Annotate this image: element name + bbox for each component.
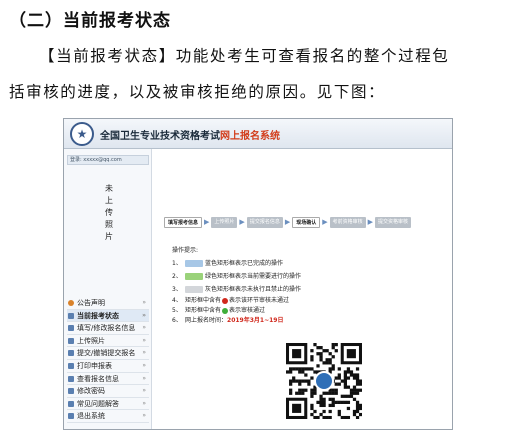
logout-icon: [68, 413, 74, 420]
menu-item-upload-photo[interactable]: 上传照片»: [67, 335, 149, 348]
tip-4: 4、 矩形框中含有 表示该环节审核未通过: [172, 297, 290, 304]
view-icon: [68, 375, 74, 382]
progress-steps: 填写报考信息 ▶ 上传照片 ▶ 提交报名信息 ▶ 现场确认 ▶ 考前资格审核 ▶…: [164, 216, 412, 228]
photo-icon: [68, 337, 74, 344]
menu-item-print[interactable]: 打印申报表»: [67, 360, 149, 373]
menu-item-password[interactable]: 修改密码»: [67, 385, 149, 398]
step-onsite-confirm: 现场确认: [292, 216, 321, 228]
menu-item-announcement[interactable]: 公告声明»: [67, 297, 149, 310]
menu-item-status[interactable]: 当前报考状态»: [67, 309, 149, 323]
tip-2: 2、 绿色矩形框表示当前需要进行的操作: [172, 273, 302, 280]
embedded-screenshot: ★ 全国卫生专业技术资格考试网上报名系统 登录: xxxxx@qq.com 未 …: [63, 118, 453, 430]
qr-code-icon: [286, 343, 362, 419]
emblem-icon: ★: [70, 122, 94, 146]
paragraph-line-2: 括审核的进度，以及被审核拒绝的原因。见下图：: [9, 83, 386, 101]
tip-6: 6、 网上报名时间：2019年3月1~19日: [172, 317, 284, 324]
menu-item-faq[interactable]: 常见问题解答»: [67, 398, 149, 411]
pass-dot-icon: [222, 307, 229, 314]
menu-item-edit-info[interactable]: 填写/修改报名信息»: [67, 322, 149, 335]
step-upload-photo: 上传照片: [211, 216, 238, 228]
step-fill-info: 填写报考信息: [164, 216, 203, 228]
status-icon: [68, 312, 74, 319]
login-info: 登录: xxxxx@qq.com: [67, 155, 149, 165]
section-heading: （二）当前报考状态: [9, 11, 171, 31]
key-icon: [68, 388, 74, 395]
site-title: 全国卫生专业技术资格考试网上报名系统: [100, 131, 280, 142]
step-submit: 提交报名信息: [246, 216, 283, 228]
paragraph-line-1: 【当前报考状态】功能处考生可查看报名的整个过程包: [39, 47, 450, 65]
blue-swatch: [185, 260, 203, 267]
edit-icon: [68, 325, 74, 332]
fail-dot-icon: [222, 297, 229, 304]
help-icon: [68, 400, 74, 407]
site-banner: ★ 全国卫生专业技术资格考试网上报名系统: [64, 119, 452, 149]
print-icon: [68, 362, 74, 369]
gray-swatch: [185, 286, 203, 293]
sidebar-menu: 公告声明» 当前报考状态» 填写/修改报名信息» 上传照片» 提交/撤销提交报名…: [67, 297, 149, 423]
operation-tips: 操作提示: 1、 蓝色矩形框表示已完成的操作 2、 绿色矩形框表示当前需要进行的操作…: [172, 245, 301, 326]
sidebar: 登录: xxxxx@qq.com 未 上 传 照 片 公告声明» 当前报考状态»…: [64, 149, 152, 429]
tip-5: 5、 矩形框中含有 表示审核通过: [172, 307, 266, 314]
submit-icon: [68, 350, 74, 357]
photo-placeholder: 未 上 传 照 片: [105, 184, 113, 241]
menu-item-view-info[interactable]: 查看报名信息»: [67, 373, 149, 386]
step-qualification-review: 提交资格审核: [375, 216, 412, 228]
tips-title: 操作提示:: [172, 247, 199, 254]
tip-1: 1、 蓝色矩形框表示已完成的操作: [172, 260, 284, 267]
site-title-highlight: 网上报名系统: [220, 131, 280, 142]
menu-item-submit[interactable]: 提交/撤销提交报名»: [67, 347, 149, 360]
menu-item-logout[interactable]: 退出系统»: [67, 410, 149, 423]
tip-3: 3、 灰色矩形框表示未执行且禁止的操作: [172, 286, 302, 293]
step-pre-exam-review: 考前资格审核: [329, 216, 366, 228]
bell-icon: [68, 300, 74, 306]
green-swatch: [185, 273, 203, 280]
